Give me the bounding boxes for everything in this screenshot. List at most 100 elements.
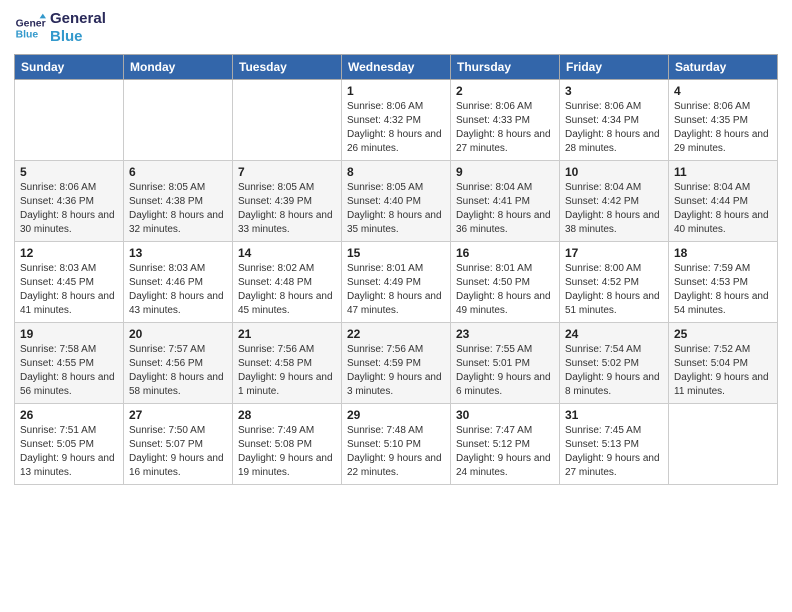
calendar-cell: 14 Sunrise: 8:02 AMSunset: 4:48 PMDayligh…: [233, 242, 342, 323]
week-row-2: 5Sunrise: 8:06 AMSunset: 4:36 PMDaylight…: [15, 161, 778, 242]
calendar-cell: 12 Sunrise: 8:03 AMSunset: 4:45 PMDayligh…: [15, 242, 124, 323]
calendar-cell: 26 Sunrise: 7:51 AMSunset: 5:05 PMDayligh…: [15, 404, 124, 485]
day-number: 16: [456, 246, 554, 260]
day-number: 6: [129, 165, 227, 179]
weekday-header-tuesday: Tuesday: [233, 55, 342, 80]
day-info: Sunrise: 7:57 AMSunset: 4:56 PMDaylight:…: [129, 343, 227, 399]
day-number: 10: [565, 165, 663, 179]
day-info: Sunrise: 7:59 AMSunset: 4:53 PMDaylight:…: [674, 262, 772, 318]
day-info: Sunrise: 8:05 AMSunset: 4:39 PMDaylight:…: [238, 181, 336, 237]
week-row-3: 12 Sunrise: 8:03 AMSunset: 4:45 PMDayligh…: [15, 242, 778, 323]
day-info: Sunrise: 7:52 AMSunset: 5:04 PMDaylight:…: [674, 343, 772, 399]
week-row-4: 19 Sunrise: 7:58 AMSunset: 4:55 PMDayligh…: [15, 323, 778, 404]
calendar-cell: 4 Sunrise: 8:06 AMSunset: 4:35 PMDaylight…: [669, 80, 778, 161]
week-row-1: 1 Sunrise: 8:06 AMSunset: 4:32 PMDaylight…: [15, 80, 778, 161]
day-info: Sunrise: 8:03 AMSunset: 4:46 PMDaylight:…: [129, 262, 227, 318]
day-info: Sunrise: 8:01 AMSunset: 4:49 PMDaylight:…: [347, 262, 445, 318]
day-number: 13: [129, 246, 227, 260]
calendar-cell: 1 Sunrise: 8:06 AMSunset: 4:32 PMDaylight…: [342, 80, 451, 161]
svg-text:General: General: [16, 18, 46, 29]
logo-icon: General Blue: [14, 12, 46, 44]
page: General Blue General Blue SundayMondayTu…: [0, 0, 792, 612]
calendar-cell: [233, 80, 342, 161]
day-info: Sunrise: 7:47 AMSunset: 5:12 PMDaylight:…: [456, 424, 554, 480]
day-info: Sunrise: 7:58 AMSunset: 4:55 PMDaylight:…: [20, 343, 118, 399]
calendar-cell: 11 Sunrise: 8:04 AMSunset: 4:44 PMDayligh…: [669, 161, 778, 242]
day-info: Sunrise: 8:04 AMSunset: 4:41 PMDaylight:…: [456, 181, 554, 237]
day-number: 26: [20, 408, 118, 422]
calendar-cell: 27 Sunrise: 7:50 AMSunset: 5:07 PMDayligh…: [124, 404, 233, 485]
day-number: 1: [347, 84, 445, 98]
calendar-cell: 15 Sunrise: 8:01 AMSunset: 4:49 PMDayligh…: [342, 242, 451, 323]
day-info: Sunrise: 7:55 AMSunset: 5:01 PMDaylight:…: [456, 343, 554, 399]
day-info: Sunrise: 8:03 AMSunset: 4:45 PMDaylight:…: [20, 262, 118, 318]
calendar-cell: 20Sunrise: 7:57 AMSunset: 4:56 PMDayligh…: [124, 323, 233, 404]
weekday-header-friday: Friday: [560, 55, 669, 80]
day-number: 28: [238, 408, 336, 422]
day-number: 14: [238, 246, 336, 260]
calendar-cell: 23 Sunrise: 7:55 AMSunset: 5:01 PMDayligh…: [451, 323, 560, 404]
calendar-cell: 25 Sunrise: 7:52 AMSunset: 5:04 PMDayligh…: [669, 323, 778, 404]
day-info: Sunrise: 8:06 AMSunset: 4:33 PMDaylight:…: [456, 100, 554, 156]
day-info: Sunrise: 8:00 AMSunset: 4:52 PMDaylight:…: [565, 262, 663, 318]
calendar-cell: 29Sunrise: 7:48 AMSunset: 5:10 PMDayligh…: [342, 404, 451, 485]
calendar-cell: 24 Sunrise: 7:54 AMSunset: 5:02 PMDayligh…: [560, 323, 669, 404]
day-info: Sunrise: 8:05 AMSunset: 4:40 PMDaylight:…: [347, 181, 445, 237]
day-info: Sunrise: 8:01 AMSunset: 4:50 PMDaylight:…: [456, 262, 554, 318]
calendar-cell: 2 Sunrise: 8:06 AMSunset: 4:33 PMDaylight…: [451, 80, 560, 161]
header: General Blue General Blue: [14, 10, 778, 46]
day-info: Sunrise: 8:06 AMSunset: 4:35 PMDaylight:…: [674, 100, 772, 156]
calendar-cell: [669, 404, 778, 485]
day-number: 23: [456, 327, 554, 341]
day-number: 9: [456, 165, 554, 179]
day-number: 30: [456, 408, 554, 422]
calendar-cell: 19 Sunrise: 7:58 AMSunset: 4:55 PMDayligh…: [15, 323, 124, 404]
day-info: Sunrise: 8:06 AMSunset: 4:32 PMDaylight:…: [347, 100, 445, 156]
calendar-cell: 28Sunrise: 7:49 AMSunset: 5:08 PMDayligh…: [233, 404, 342, 485]
calendar-cell: 22Sunrise: 7:56 AMSunset: 4:59 PMDayligh…: [342, 323, 451, 404]
logo-blue: Blue: [50, 28, 106, 46]
day-number: 12: [20, 246, 118, 260]
svg-text:Blue: Blue: [16, 30, 39, 41]
day-number: 3: [565, 84, 663, 98]
day-number: 2: [456, 84, 554, 98]
logo: General Blue General Blue: [14, 10, 106, 46]
weekday-header-saturday: Saturday: [669, 55, 778, 80]
weekday-header-monday: Monday: [124, 55, 233, 80]
day-info: Sunrise: 8:06 AMSunset: 4:34 PMDaylight:…: [565, 100, 663, 156]
day-number: 7: [238, 165, 336, 179]
day-info: Sunrise: 8:06 AMSunset: 4:36 PMDaylight:…: [20, 181, 118, 237]
day-info: Sunrise: 8:04 AMSunset: 4:44 PMDaylight:…: [674, 181, 772, 237]
day-number: 8: [347, 165, 445, 179]
weekday-header-thursday: Thursday: [451, 55, 560, 80]
day-info: Sunrise: 8:04 AMSunset: 4:42 PMDaylight:…: [565, 181, 663, 237]
day-number: 27: [129, 408, 227, 422]
day-number: 11: [674, 165, 772, 179]
day-info: Sunrise: 7:51 AMSunset: 5:05 PMDaylight:…: [20, 424, 118, 480]
day-info: Sunrise: 7:54 AMSunset: 5:02 PMDaylight:…: [565, 343, 663, 399]
day-info: Sunrise: 7:56 AMSunset: 4:58 PMDaylight:…: [238, 343, 336, 399]
calendar-cell: 30 Sunrise: 7:47 AMSunset: 5:12 PMDayligh…: [451, 404, 560, 485]
day-info: Sunrise: 7:48 AMSunset: 5:10 PMDaylight:…: [347, 424, 445, 480]
calendar-cell: 10 Sunrise: 8:04 AMSunset: 4:42 PMDayligh…: [560, 161, 669, 242]
calendar-cell: 7 Sunrise: 8:05 AMSunset: 4:39 PMDaylight…: [233, 161, 342, 242]
calendar-cell: 13 Sunrise: 8:03 AMSunset: 4:46 PMDayligh…: [124, 242, 233, 323]
day-number: 21: [238, 327, 336, 341]
calendar-cell: 21 Sunrise: 7:56 AMSunset: 4:58 PMDayligh…: [233, 323, 342, 404]
day-number: 15: [347, 246, 445, 260]
day-number: 24: [565, 327, 663, 341]
weekday-header-sunday: Sunday: [15, 55, 124, 80]
logo-general: General: [50, 10, 106, 28]
day-info: Sunrise: 7:50 AMSunset: 5:07 PMDaylight:…: [129, 424, 227, 480]
calendar-cell: 17Sunrise: 8:00 AMSunset: 4:52 PMDayligh…: [560, 242, 669, 323]
day-number: 31: [565, 408, 663, 422]
day-info: Sunrise: 8:02 AMSunset: 4:48 PMDaylight:…: [238, 262, 336, 318]
day-number: 25: [674, 327, 772, 341]
calendar-cell: [124, 80, 233, 161]
day-number: 19: [20, 327, 118, 341]
weekday-header-row: SundayMondayTuesdayWednesdayThursdayFrid…: [15, 55, 778, 80]
calendar-cell: 5Sunrise: 8:06 AMSunset: 4:36 PMDaylight…: [15, 161, 124, 242]
day-number: 4: [674, 84, 772, 98]
day-info: Sunrise: 7:45 AMSunset: 5:13 PMDaylight:…: [565, 424, 663, 480]
day-number: 18: [674, 246, 772, 260]
